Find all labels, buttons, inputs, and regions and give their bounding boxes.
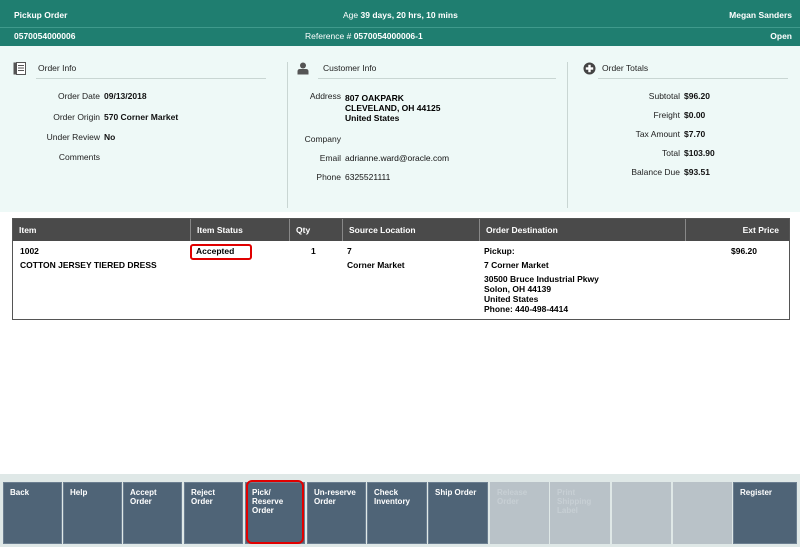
item-qty: 1	[311, 246, 316, 256]
tax-amount-value: $7.70	[684, 129, 706, 139]
user-name: Megan Sanders	[729, 10, 792, 20]
column-header-qty[interactable]: Qty	[290, 219, 343, 241]
table-header: Item Item Status Qty Source Location Ord…	[13, 219, 789, 241]
pick-reserve-order-button[interactable]: Pick/Reserve Order	[245, 482, 305, 544]
item-description: COTTON JERSEY TIERED DRESS	[20, 260, 157, 270]
order-origin-value: 570 Corner Market	[104, 112, 179, 122]
order-date-label: Order Date	[57, 91, 100, 101]
phone-value: 6325521111	[345, 172, 391, 182]
destination-type: Pickup:	[484, 246, 515, 256]
comments-label: Comments	[58, 152, 100, 162]
order-origin-label: Order Origin	[53, 112, 100, 122]
destination-address-line-2: Solon, OH 44139	[484, 284, 552, 294]
email-label: Email	[319, 153, 341, 163]
age-label: Age	[343, 10, 359, 20]
destination-store: 7 Corner Market	[484, 260, 549, 270]
register-button[interactable]: Register	[733, 482, 797, 544]
item-number: 1002	[20, 246, 39, 256]
email-value: adrianne.ward@oracle.com	[345, 153, 450, 163]
person-icon	[297, 62, 309, 75]
customer-info-title: Customer Info	[323, 63, 377, 73]
order-reference: Reference # 0570054000006-1	[305, 31, 423, 41]
column-header-item-status[interactable]: Item Status	[191, 219, 290, 241]
column-header-source-location[interactable]: Source Location	[343, 219, 480, 241]
total-label: Total	[662, 148, 680, 158]
balance-due-label: Balance Due	[631, 167, 680, 177]
phone-label: Phone	[316, 172, 341, 182]
ext-price: $96.20	[731, 246, 757, 256]
address-line-2: CLEVELAND, OH 44125	[345, 103, 441, 113]
source-location-number: 7	[347, 246, 352, 256]
order-info-title: Order Info	[38, 63, 77, 73]
blank-button-1	[612, 482, 671, 544]
column-header-order-destination[interactable]: Order Destination	[480, 219, 686, 241]
reference-label: Reference #	[305, 31, 352, 41]
status-highlight	[190, 244, 252, 260]
release-order-button[interactable]: Release Order	[490, 482, 549, 544]
subtotal-value: $96.20	[684, 91, 710, 101]
help-button[interactable]: Help	[63, 482, 122, 544]
destination-address-line-3: United States	[484, 294, 539, 304]
tax-amount-label: Tax Amount	[635, 129, 680, 139]
balance-due-value: $93.51	[684, 167, 710, 177]
print-shipping-label-button[interactable]: Print Shipping Label	[550, 482, 610, 544]
blank-button-2	[673, 482, 732, 544]
reject-order-button[interactable]: Reject Order	[184, 482, 243, 544]
subtotal-label: Subtotal	[648, 91, 680, 101]
column-header-ext-price[interactable]: Ext Price	[686, 219, 789, 241]
order-status: Open	[770, 31, 792, 41]
order-totals-title: Order Totals	[602, 63, 649, 73]
order-header: Pickup Order Age 39 days, 20 hrs, 10 min…	[0, 0, 800, 46]
under-review-value: No	[104, 132, 116, 142]
column-header-item[interactable]: Item	[13, 219, 191, 241]
company-label: Company	[304, 134, 341, 144]
order-details-panel	[0, 46, 800, 212]
age-value: 39 days, 20 hrs, 10 mins	[360, 10, 458, 20]
plus-circle-icon	[583, 62, 596, 75]
order-age: Age 39 days, 20 hrs, 10 mins	[343, 10, 458, 20]
accept-order-button[interactable]: Accept Order	[123, 482, 182, 544]
order-number: 0570054000006	[14, 31, 76, 41]
ship-order-button[interactable]: Ship Order	[428, 482, 488, 544]
document-icon	[13, 62, 26, 75]
under-review-label: Under Review	[46, 132, 100, 142]
address-label: Address	[309, 91, 341, 101]
order-date-value: 09/13/2018	[104, 91, 147, 101]
order-items-table: Item Item Status Qty Source Location Ord…	[12, 218, 790, 320]
address-line-3: United States	[345, 113, 400, 123]
back-button[interactable]: Back	[3, 482, 62, 544]
un-reserve-order-button[interactable]: Un-reserve Order	[307, 482, 366, 544]
destination-address-line-1: 30500 Bruce Industrial Pkwy	[484, 274, 599, 284]
page-title: Pickup Order	[14, 10, 68, 20]
total-value: $103.90	[684, 148, 715, 158]
check-inventory-button[interactable]: Check Inventory	[367, 482, 427, 544]
reference-value: 0570054000006-1	[353, 31, 423, 41]
address-line-1: 807 OAKPARK	[345, 93, 404, 103]
destination-phone: Phone: 440-498-4414	[484, 304, 569, 314]
freight-value: $0.00	[684, 110, 706, 120]
freight-label: Freight	[653, 110, 680, 120]
source-location-name: Corner Market	[347, 260, 405, 270]
